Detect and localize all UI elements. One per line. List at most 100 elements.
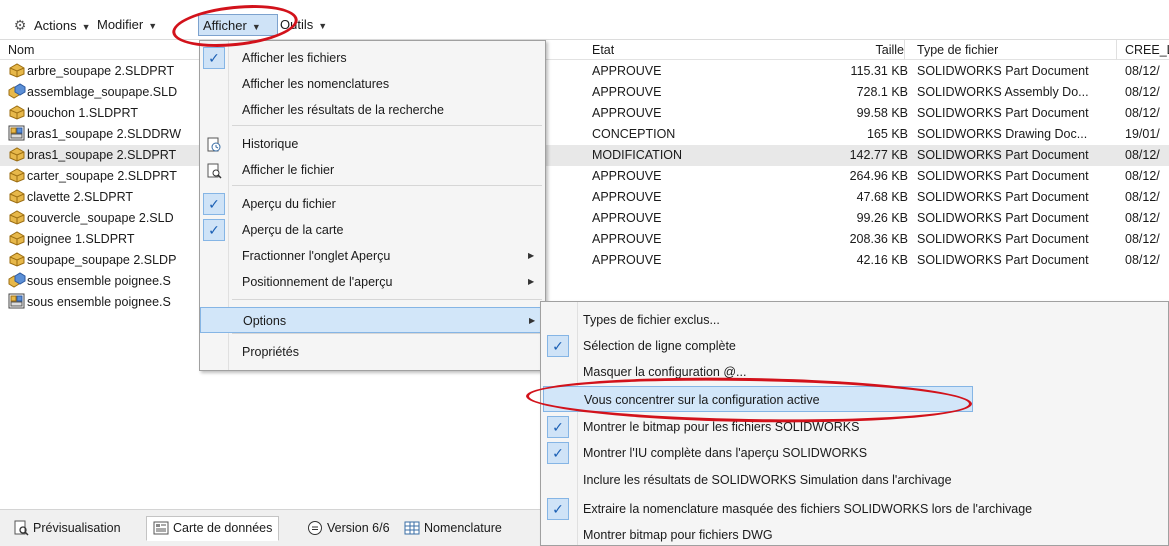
file-name: couvercle_soupape 2.SLD (27, 211, 174, 225)
chevron-down-icon: ▼ (251, 22, 261, 32)
menu-item[interactable]: Historique (200, 131, 545, 157)
preview-icon (13, 520, 29, 536)
modifier-menu[interactable]: Modifier ▼ (97, 14, 157, 36)
checkmark-icon: ✓ (203, 219, 225, 241)
table-row[interactable]: sous ensemble poignee.S (0, 271, 1169, 292)
column-header-cree[interactable]: CREE_L (1125, 40, 1169, 60)
menu-item[interactable]: Montrer bitmap pour fichiers DWG (541, 522, 1161, 546)
file-name: carter_soupape 2.SLDPRT (27, 169, 177, 183)
menu-item-label: Afficher le fichier (242, 163, 335, 177)
file-name: poignee 1.SLDPRT (27, 232, 135, 246)
menu-item[interactable]: Types de fichier exclus... (541, 307, 1161, 333)
assembly-icon (8, 83, 26, 99)
menu-item[interactable]: Afficher les nomenclatures (200, 71, 545, 97)
column-header-nom[interactable]: Nom (8, 40, 34, 60)
menu-item[interactable]: ✓ Afficher les fichiers (200, 45, 545, 71)
table-row[interactable]: bouchon 1.SLDPRT APPROUVE 99.58 KB SOLIDWOR… (0, 103, 1169, 124)
menu-separator (232, 333, 542, 334)
file-size: 99.58 KB (856, 106, 908, 120)
menu-item[interactable]: ✓ Montrer l'IU complète dans l'aperçu SOL… (541, 440, 1161, 466)
part-icon (8, 104, 26, 120)
menu-item[interactable]: Positionnement de l'aperçu ▶ (200, 269, 545, 295)
table-row[interactable]: couvercle_soupape 2.SLD APPROUVE 99.26 KB S… (0, 208, 1169, 229)
menu-item-label: Afficher les résultats de la recherche (242, 103, 444, 117)
checkmark-icon: ✓ (547, 416, 569, 438)
tab-datacard[interactable]: Carte de données (146, 516, 280, 541)
menu-item[interactable]: Afficher le fichier (200, 157, 545, 183)
actions-icon: ⚙ (13, 17, 27, 33)
file-name: clavette 2.SLDPRT (27, 190, 134, 204)
table-row[interactable]: carter_soupape 2.SLDPRT APPROUVE 264.96 KB… (0, 166, 1169, 187)
menu-item-label: Montrer bitmap pour fichiers DWG (583, 528, 773, 542)
file-name: bras1_soupape 2.SLDDRW (27, 127, 182, 141)
column-header-type[interactable]: Type de fichier (917, 40, 998, 60)
file-date: 08/12/ (1125, 190, 1160, 204)
chevron-down-icon: ▼ (318, 21, 328, 31)
menu-item[interactable]: ✓ Sélection de ligne complète (541, 333, 1161, 359)
bom-icon (404, 520, 420, 536)
file-date: 08/12/ (1125, 106, 1160, 120)
column-header-etat[interactable]: Etat (592, 40, 614, 60)
menu-item[interactable]: Propriétés (200, 339, 545, 365)
menu-item[interactable]: ✓ Montrer le bitmap pour les fichiers SOL… (541, 414, 1161, 440)
menu-item[interactable]: ✓ Extraire la nomenclature masquée des fi… (541, 496, 1161, 522)
menu-item[interactable]: Inclure les résultats de SOLIDWORKS Simu… (541, 467, 1161, 493)
part-icon (8, 146, 26, 162)
file-type: SOLIDWORKS Part Document (917, 253, 1089, 267)
file-state (592, 271, 792, 292)
table-row[interactable]: soupape_soupape 2.SLDP APPROUVE 42.16 KB SO… (0, 250, 1169, 271)
table-row[interactable]: poignee 1.SLDPRT APPROUVE 208.36 KB SOLIDWO… (0, 229, 1169, 250)
file-type: SOLIDWORKS Drawing Doc... (917, 127, 1088, 141)
menu-item[interactable]: Vous concentrer sur la configuration act… (543, 386, 973, 412)
table-row[interactable]: clavette 2.SLDPRT APPROUVE 47.68 KB SOLIDWO… (0, 187, 1169, 208)
checkmark-icon: ✓ (203, 193, 225, 215)
tab-preview[interactable]: Prévisualisation (6, 516, 128, 541)
file-size (790, 271, 908, 292)
file-state: MODIFICATION (592, 148, 683, 162)
submenu-arrow-icon: ▶ (529, 316, 536, 325)
outils-menu[interactable]: Outils ▼ (280, 14, 327, 36)
table-row[interactable]: arbre_soupape 2.SLDPRT APPROUVE 115.31 KB S… (0, 61, 1169, 82)
tab-bom[interactable]: Nomenclature (397, 516, 509, 541)
file-state: APPROUVE (592, 232, 662, 246)
actions-menu[interactable]: ⚙ Actions ▼ (12, 14, 91, 36)
chevron-down-icon: ▼ (81, 22, 91, 32)
file-date: 08/12/ (1125, 64, 1160, 78)
menu-item[interactable]: ✓ Aperçu du fichier (200, 191, 545, 217)
menu-item-label: Fractionner l'onglet Aperçu (242, 249, 391, 263)
menu-item-label: Options (243, 314, 287, 328)
tab-datacard-label: Carte de données (173, 521, 273, 535)
file-name: soupape_soupape 2.SLDP (27, 253, 177, 267)
menu-item[interactable]: Afficher les résultats de la recherche (200, 97, 545, 123)
column-header-taille[interactable]: Taille (790, 40, 905, 60)
file-size: 264.96 KB (849, 169, 908, 183)
part-icon (8, 251, 26, 267)
menu-item-label: Types de fichier exclus... (583, 313, 720, 327)
file-name: sous ensemble poignee.S (27, 274, 171, 288)
menu-item[interactable]: ✓ Aperçu de la carte (200, 217, 545, 243)
menu-item[interactable]: Fractionner l'onglet Aperçu ▶ (200, 243, 545, 269)
menu-item-label: Afficher les fichiers (242, 51, 347, 65)
checkmark-icon: ✓ (547, 335, 569, 357)
menu-item-label: Extraire la nomenclature masquée des fic… (583, 502, 1033, 516)
file-type: SOLIDWORKS Part Document (917, 169, 1089, 183)
file-size: 115.31 KB (850, 64, 908, 78)
file-name: sous ensemble poignee.S (27, 295, 171, 309)
menu-item[interactable]: Masquer la configuration @... (541, 359, 1161, 385)
file-state: APPROUVE (592, 64, 662, 78)
history-icon (206, 136, 222, 152)
file-size: 728.1 KB (856, 85, 908, 99)
tab-version[interactable]: Version 6/6 (300, 516, 397, 541)
menu-item[interactable]: Options ▶ (200, 307, 545, 333)
afficher-menu[interactable]: Afficher ▼ (198, 14, 278, 36)
table-row[interactable]: bras1_soupape 2.SLDDRW CONCEPTION 165 KB SO… (0, 124, 1169, 145)
table-row[interactable]: bras1_soupape 2.SLDPRT MODIFICATION 142.77… (0, 145, 1169, 166)
file-date: 08/12/ (1125, 211, 1160, 225)
menu-item-label: Masquer la configuration @... (583, 365, 747, 379)
menu-item-label: Montrer le bitmap pour les fichiers SOLI… (583, 420, 860, 434)
table-row[interactable]: assemblage_soupape.SLD APPROUVE 728.1 KB SO… (0, 82, 1169, 103)
file-date: 08/12/ (1125, 253, 1160, 267)
assembly-icon (8, 272, 26, 288)
file-date: 08/12/ (1125, 85, 1160, 99)
chevron-down-icon: ▼ (148, 21, 158, 31)
